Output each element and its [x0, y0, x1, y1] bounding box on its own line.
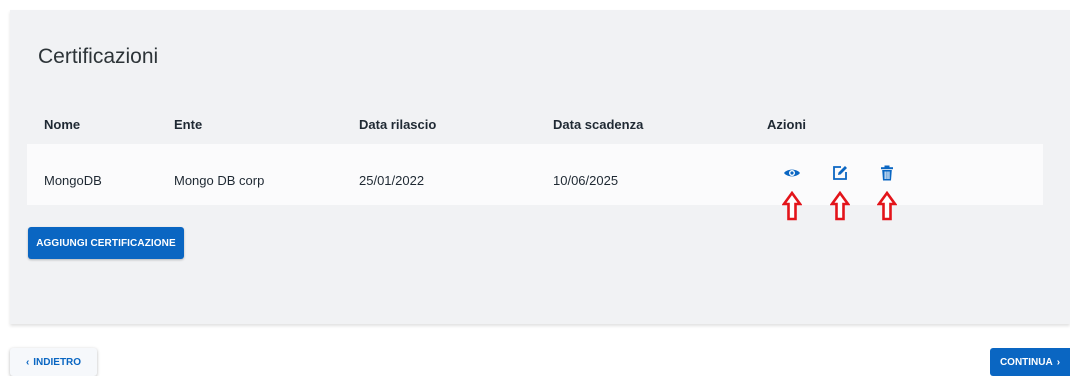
column-header-ente: Ente: [174, 117, 203, 132]
view-button[interactable]: [783, 164, 801, 182]
annotation-arrow-up-icon: [830, 191, 850, 221]
cell-ente: Mongo DB corp: [174, 173, 265, 188]
edit-icon: [833, 166, 847, 180]
cell-nome: MongoDB: [44, 173, 102, 188]
annotation-arrow-up-icon: [782, 191, 802, 221]
delete-button[interactable]: [878, 164, 896, 182]
column-header-nome: Nome: [44, 117, 81, 132]
trash-icon: [881, 165, 893, 181]
column-header-data-scadenza: Data scadenza: [553, 117, 644, 132]
cell-data-rilascio: 25/01/2022: [359, 173, 425, 188]
column-header-azioni: Azioni: [767, 117, 806, 132]
card-title: Certificazioni: [38, 45, 159, 68]
chevron-right-icon: ›: [1056, 356, 1061, 368]
continue-button-label: CONTINUA: [999, 356, 1053, 368]
back-button-label: INDIETRO: [33, 356, 82, 368]
back-button[interactable]: ‹ INDIETRO: [10, 348, 97, 376]
add-certification-button[interactable]: AGGIUNGI CERTIFICAZIONE: [28, 227, 184, 259]
eye-icon: [784, 169, 800, 177]
column-header-data-rilascio: Data rilascio: [359, 117, 437, 132]
edit-button[interactable]: [831, 164, 849, 182]
continue-button[interactable]: CONTINUA ›: [990, 348, 1070, 376]
chevron-left-icon: ‹: [25, 356, 30, 368]
annotation-arrow-up-icon: [877, 191, 897, 221]
cell-data-scadenza: 10/06/2025: [553, 173, 619, 188]
